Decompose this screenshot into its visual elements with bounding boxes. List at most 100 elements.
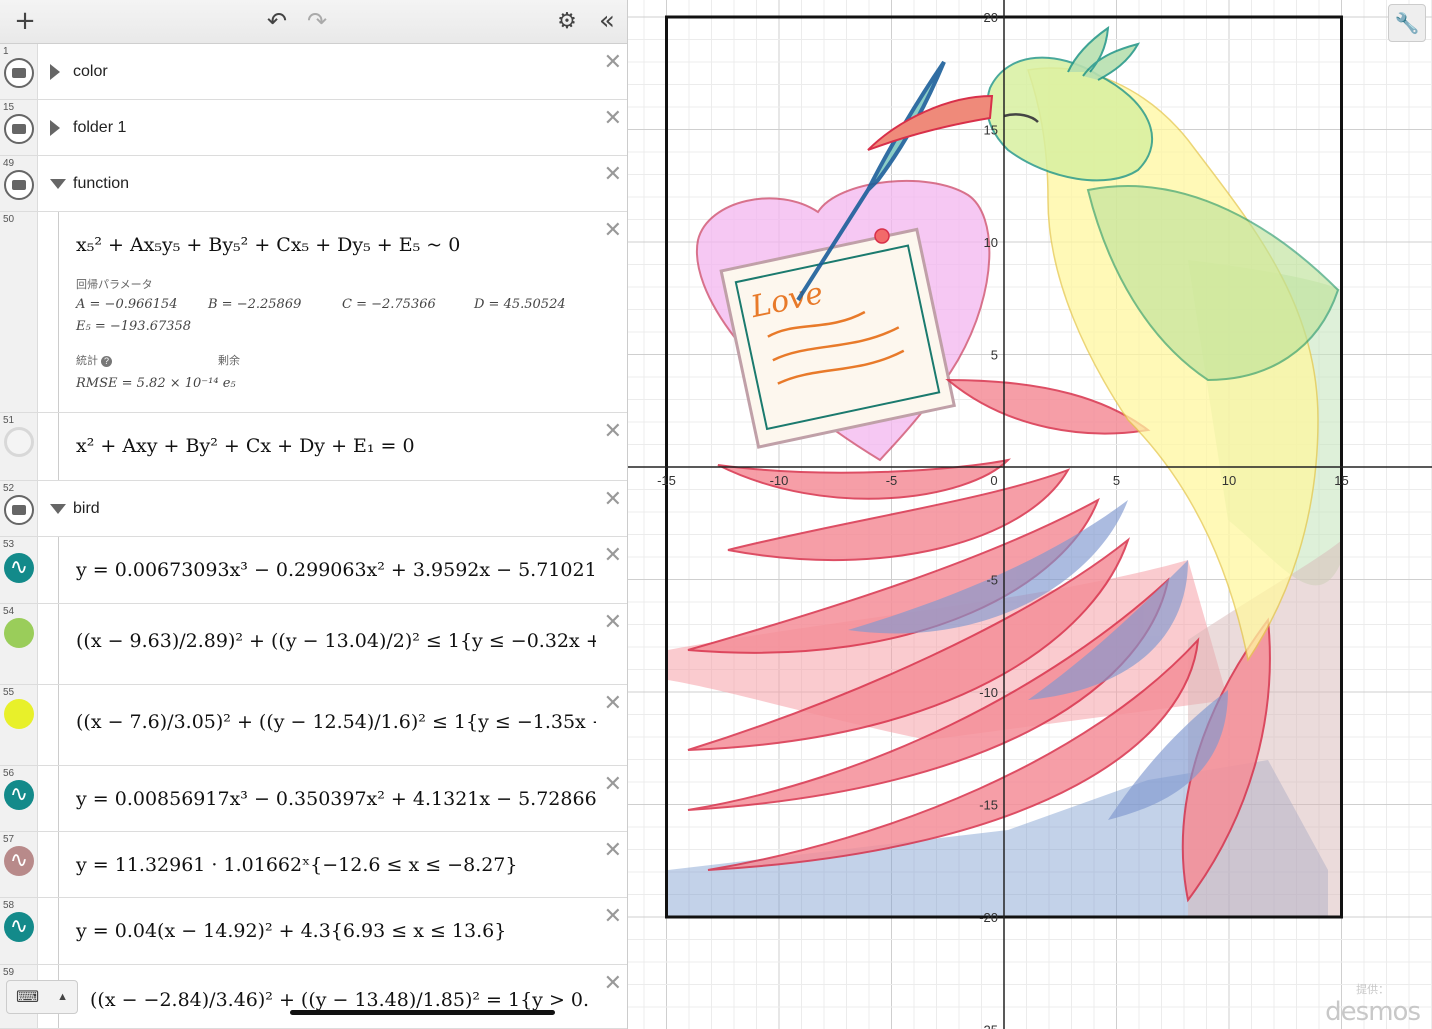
y-tick-label: 5 — [991, 348, 998, 363]
expression-row[interactable]: 54 ((x − 9.63)/2.89)² + ((y − 13.04)/2)²… — [0, 604, 627, 685]
ellipse-inequality-expression[interactable]: ((x − 7.6)/3.05)² + ((y − 12.54)/1.6)² ≤… — [76, 711, 596, 733]
y-tick-label: -10 — [979, 685, 998, 700]
expression-row[interactable]: 59 ((x − −2.84)/3.46)² + ((y − 13.48)/1.… — [0, 965, 627, 1029]
expression-row[interactable]: 51 x² + Axy + By² + Cx + Dy + E₁ = 0 ✕ — [0, 413, 627, 481]
bird-beak — [867, 94, 994, 151]
stats-label: 統計 — [76, 355, 98, 367]
expression-row[interactable]: 1 color ✕ — [0, 44, 627, 100]
parabola-expression[interactable]: y = 0.04(x − 14.92)² + 4.3{6.93 ≤ x ≤ 13… — [76, 920, 506, 942]
undo-icon[interactable]: ↶ — [262, 6, 292, 36]
x-tick-label: -5 — [886, 473, 898, 488]
expression-row[interactable]: 56 ∿ y = 0.00856917x³ − 0.350397x² + 4.13… — [0, 766, 627, 832]
delete-icon[interactable]: ✕ — [604, 904, 622, 929]
x-tick-label: -10 — [770, 473, 789, 488]
fill-color-icon[interactable] — [4, 618, 34, 648]
wrench-lock-icon: 🔧 — [1394, 12, 1420, 35]
param-e: E₅ = −193.67358 — [76, 319, 192, 334]
y-tick-label: -5 — [986, 573, 998, 588]
expand-triangle-icon[interactable] — [50, 120, 60, 136]
plus-icon[interactable]: + — [10, 6, 40, 36]
fill-color-icon[interactable] — [4, 699, 34, 729]
expression-row[interactable]: 57 ∿ y = 11.32961 · 1.01662ˣ{−12.6 ≤ x ≤ … — [0, 832, 627, 898]
expression-row[interactable]: 15 folder 1 ✕ — [0, 100, 627, 156]
y-tick-label: 10 — [984, 235, 998, 250]
expression-row[interactable]: 53 ∿ y = 0.00673093x³ − 0.299063x² + 3.95… — [0, 537, 627, 604]
x-tick-label: 0 — [990, 473, 997, 488]
bird-head — [986, 56, 1154, 182]
help-icon[interactable]: ? — [101, 356, 113, 367]
folder-label[interactable]: color — [73, 63, 108, 81]
y-tick-label: 15 — [984, 123, 998, 138]
keyboard-icon: ⌨ — [16, 989, 40, 1006]
graph-canvas[interactable]: Love -15 -10 -5 0 5 10 152015105-5-10-15… — [628, 0, 1432, 1029]
folder-label[interactable]: function — [73, 175, 129, 193]
param-d: D = 45.50524 — [474, 297, 566, 312]
collapse-triangle-icon[interactable] — [50, 504, 66, 514]
love-letter: Love — [719, 227, 957, 449]
collapse-triangle-icon[interactable] — [50, 179, 66, 189]
exponential-expression[interactable]: y = 11.32961 · 1.01662ˣ{−12.6 ≤ x ≤ −8.2… — [76, 854, 517, 876]
curve-color-icon[interactable]: ∿ — [4, 553, 34, 583]
delete-icon[interactable]: ✕ — [604, 691, 622, 716]
curve-color-icon[interactable]: ∿ — [4, 780, 34, 810]
expression-toolbar: + ↶ ↷ ⚙ « — [0, 0, 627, 44]
ellipse-inequality-expression[interactable]: ((x − 9.63)/2.89)² + ((y − 13.04)/2)² ≤ … — [76, 630, 596, 652]
rmse-value: RMSE = 5.82 × 10⁻¹⁴ e₅ — [76, 376, 236, 391]
x-tick-label: 5 — [1113, 473, 1120, 488]
desmos-app: + ↶ ↷ ⚙ « 1 color ✕ 15 folder 1 ✕ 49 fun… — [0, 0, 1432, 1029]
y-tick-label: -20 — [979, 910, 998, 925]
gear-icon[interactable]: ⚙ — [552, 6, 582, 36]
expression-list: + ↶ ↷ ⚙ « 1 color ✕ 15 folder 1 ✕ 49 fun… — [0, 0, 628, 1029]
param-a: A = −0.966154 — [76, 297, 178, 312]
regression-row[interactable]: 50 x₅² + Ax₅y₅ + By₅² + Cx₅ + Dy₅ + E₅ ~… — [0, 212, 627, 413]
redo-icon[interactable]: ↷ — [302, 6, 332, 36]
delete-icon[interactable]: ✕ — [604, 610, 622, 635]
hidden-graph-icon[interactable] — [4, 427, 34, 457]
delete-icon[interactable]: ✕ — [604, 218, 622, 243]
expression-row[interactable]: 52 bird ✕ — [0, 481, 627, 537]
x-tick-label: -15 — [657, 473, 676, 488]
delete-icon[interactable]: ✕ — [604, 106, 622, 131]
scrollbar[interactable] — [290, 1010, 555, 1015]
delete-icon[interactable]: ✕ — [604, 50, 622, 75]
expression-row[interactable]: 55 ((x − 7.6)/3.05)² + ((y − 12.54)/1.6)… — [0, 685, 627, 766]
y-tick-label: -15 — [979, 798, 998, 813]
x-tick-label: 10 — [1222, 473, 1236, 488]
residual-label[interactable]: 剰余 — [218, 352, 240, 368]
x-tick-label: 15 — [1334, 473, 1348, 488]
keypad-toggle[interactable]: ⌨ ▲ — [6, 980, 78, 1014]
double-chevron-left-icon[interactable]: « — [592, 6, 622, 36]
curve-color-icon[interactable]: ∿ — [4, 912, 34, 942]
delete-icon[interactable]: ✕ — [604, 162, 622, 187]
folder-icon[interactable] — [4, 495, 34, 525]
folder-label[interactable]: bird — [73, 500, 100, 518]
desmos-watermark[interactable]: 提供： desmos — [1325, 981, 1421, 1027]
delete-icon[interactable]: ✕ — [604, 772, 622, 797]
expression-row[interactable]: 58 ∿ y = 0.04(x − 14.92)² + 4.3{6.93 ≤ x … — [0, 898, 627, 965]
regression-expression[interactable]: x₅² + Ax₅y₅ + By₅² + Cx₅ + Dy₅ + E₅ ~ 0 — [76, 234, 460, 256]
conic-expression[interactable]: x² + Axy + By² + Cx + Dy + E₁ = 0 — [76, 435, 415, 457]
graph-settings-button[interactable]: 🔧 — [1388, 4, 1426, 42]
curve-color-icon[interactable]: ∿ — [4, 846, 34, 876]
expand-triangle-icon[interactable] — [50, 64, 60, 80]
folder-icon[interactable] — [4, 114, 34, 144]
arrow-up-icon: ▲ — [57, 991, 68, 1003]
regression-params-heading: 回帰パラメータ — [76, 279, 153, 291]
delete-icon[interactable]: ✕ — [604, 838, 622, 863]
cubic-expression[interactable]: y = 0.00673093x³ − 0.299063x² + 3.9592x … — [76, 559, 596, 581]
delete-icon[interactable]: ✕ — [604, 543, 622, 568]
folder-label[interactable]: folder 1 — [73, 119, 126, 137]
delete-icon[interactable]: ✕ — [604, 971, 622, 996]
graph-paper[interactable]: Love -15 -10 -5 0 5 10 15 20 15 10 5 -5 … — [628, 0, 1432, 1029]
flower-icon — [874, 228, 890, 244]
param-b: B = −2.25869 — [208, 297, 302, 312]
y-tick-label: 20 — [984, 10, 998, 25]
folder-icon[interactable] — [4, 170, 34, 200]
delete-icon[interactable]: ✕ — [604, 487, 622, 512]
y-tick-label: -25 — [979, 1023, 998, 1029]
expression-row[interactable]: 49 function ✕ — [0, 156, 627, 212]
ellipse-expression[interactable]: ((x − −2.84)/3.46)² + ((y − 13.48)/1.85)… — [90, 989, 590, 1011]
delete-icon[interactable]: ✕ — [604, 419, 622, 444]
folder-icon[interactable] — [4, 58, 34, 88]
cubic-expression[interactable]: y = 0.00856917x³ − 0.350397x² + 4.1321x … — [76, 788, 596, 810]
